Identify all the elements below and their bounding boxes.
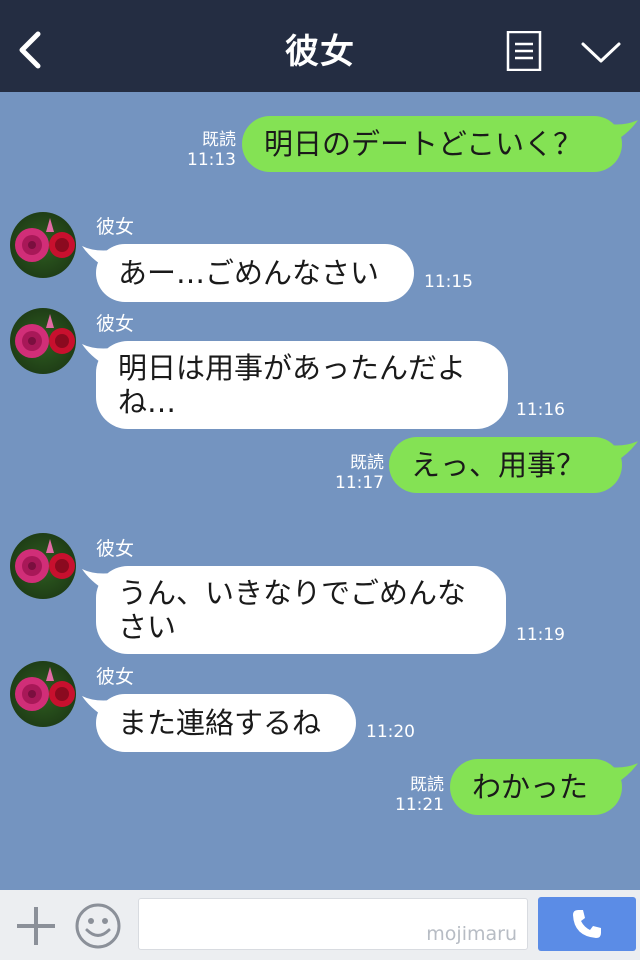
composer-bar: mojimaru	[0, 890, 640, 960]
message-bubble-incoming[interactable]: また連絡するね	[96, 694, 356, 752]
chevron-down-icon	[581, 42, 621, 63]
message-bubble-outgoing[interactable]: わかった	[450, 759, 622, 815]
notes-icon	[506, 31, 542, 71]
add-attachment-button[interactable]	[14, 904, 58, 948]
message-time: 11:13	[187, 150, 236, 170]
collapse-button[interactable]	[580, 40, 622, 66]
avatar[interactable]	[10, 308, 76, 374]
plus-icon	[17, 907, 55, 945]
avatar[interactable]	[10, 212, 76, 278]
call-button[interactable]	[538, 897, 636, 951]
message-input[interactable]: mojimaru	[138, 898, 528, 950]
read-receipt: 既読	[202, 130, 236, 150]
smile-icon	[75, 903, 121, 949]
message-bubble-incoming[interactable]: あー…ごめんなさい	[96, 244, 414, 302]
message-meta: 既読 11:21	[378, 775, 444, 815]
message-time: 11:16	[516, 400, 565, 420]
watermark: mojimaru	[426, 923, 517, 945]
message-bubble-incoming[interactable]: 明日は用事があったんだよね…	[96, 341, 508, 429]
rose-avatar-image	[15, 218, 75, 262]
sender-name: 彼女	[96, 666, 135, 688]
sender-name: 彼女	[96, 313, 135, 335]
message-text: また連絡するね	[118, 706, 322, 740]
rose-avatar-image	[15, 314, 75, 358]
sender-name: 彼女	[96, 216, 135, 238]
message-text: 明日は用事があったんだよね…	[118, 351, 467, 419]
bubble-tail	[608, 441, 638, 463]
message-time: 11:20	[366, 722, 415, 742]
read-receipt: 既読	[350, 453, 384, 473]
sticker-button[interactable]	[74, 902, 122, 950]
chat-header: 彼女	[0, 0, 640, 92]
phone-icon	[573, 910, 601, 938]
message-time: 11:15	[424, 272, 473, 292]
sender-name: 彼女	[96, 538, 135, 560]
message-text: うん、いきなりでごめんなさい	[118, 576, 467, 644]
bubble-tail	[608, 763, 638, 785]
message-bubble-outgoing[interactable]: 明日のデートどこいく？	[242, 116, 622, 172]
bubble-tail	[608, 120, 638, 142]
message-bubble-outgoing[interactable]: えっ、用事？	[389, 437, 622, 493]
chat-title: 彼女	[285, 32, 355, 72]
message-text: わかった	[472, 770, 589, 804]
message-time: 11:21	[395, 795, 444, 815]
notes-button[interactable]	[506, 31, 542, 71]
rose-avatar-image	[15, 539, 75, 583]
message-text: あー…ごめんなさい	[118, 256, 380, 290]
rose-avatar-image	[15, 667, 75, 711]
avatar[interactable]	[10, 661, 76, 727]
message-text: 明日のデートどこいく？	[264, 127, 583, 161]
read-receipt: 既読	[410, 775, 444, 795]
message-time: 11:17	[335, 473, 384, 493]
avatar[interactable]	[10, 533, 76, 599]
message-meta: 既読 11:17	[318, 453, 384, 493]
message-bubble-incoming[interactable]: うん、いきなりでごめんなさい	[96, 566, 506, 654]
message-meta: 既読 11:13	[170, 130, 236, 170]
message-text: えっ、用事？	[411, 448, 586, 482]
message-time: 11:19	[516, 625, 565, 645]
